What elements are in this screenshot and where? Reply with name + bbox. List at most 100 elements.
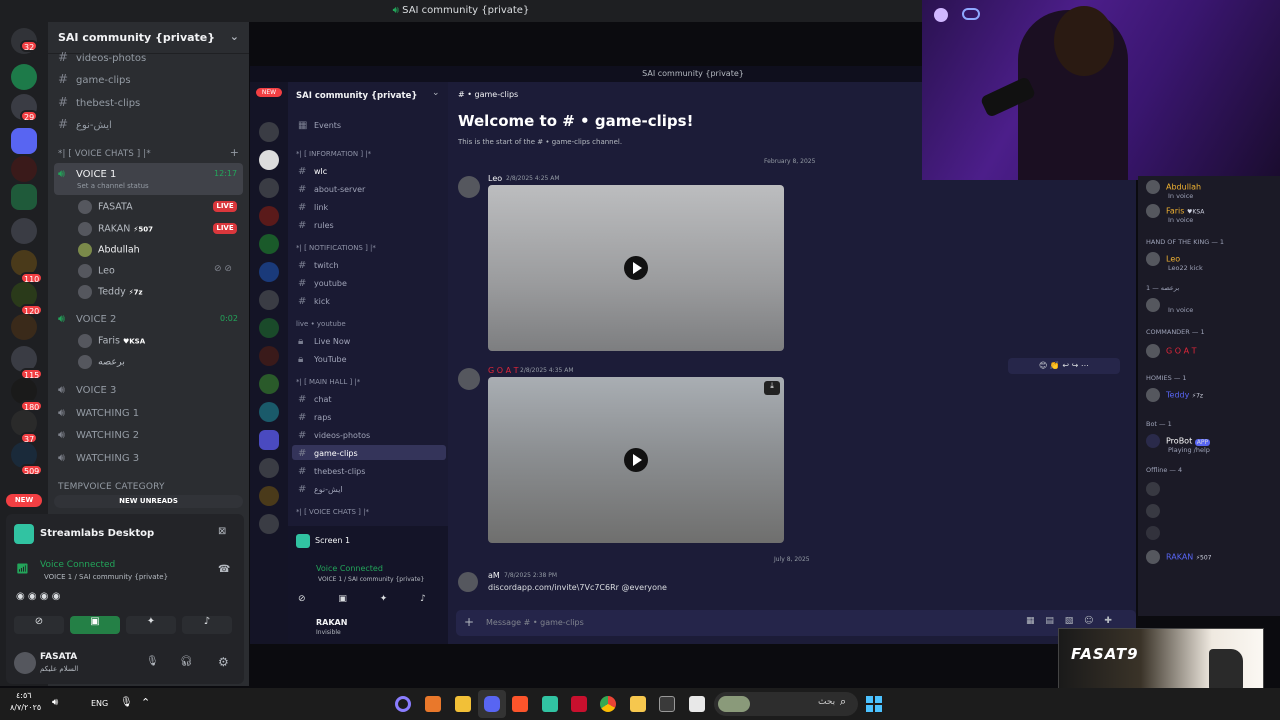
voice-user[interactable]: Leo [78,264,115,278]
chevron-up-icon[interactable]: ⌃ [141,696,150,709]
message-author[interactable]: aM [488,571,500,580]
server-icon[interactable] [259,458,279,478]
server-icon[interactable] [259,150,279,170]
channel[interactable]: # thebest-clips [298,466,365,477]
member-row[interactable]: G O A T [1146,344,1196,358]
message-author[interactable]: Leo [488,174,502,183]
voice-user[interactable]: برعصه [78,355,125,369]
channel-game-clips[interactable]: # game-clips [58,72,131,86]
member-row[interactable] [1146,482,1166,496]
channel-thebest-clips[interactable]: # thebest-clips [58,95,140,109]
server-icon[interactable] [11,314,37,340]
voice-user[interactable]: RAKAN ⚡507 [78,222,153,236]
gear-icon[interactable]: ⚙ [218,655,229,669]
channel-voice1[interactable]: 🔊︎ VOICE 1 [58,167,116,181]
server-icon[interactable] [259,290,279,310]
server-icon[interactable] [259,262,279,282]
folder-icon[interactable] [11,128,37,154]
message-input[interactable]: + Message # • game-clips ▦ ▤ ▧ ☺ ✚ [456,610,1136,636]
category[interactable]: *| [ MAIN HALL ] |* [296,378,360,386]
member-row[interactable]: Teddy ⚡7z [1146,388,1203,402]
server-icon[interactable] [259,318,279,338]
channel[interactable]: # ايش-نوع [298,484,343,495]
streamlabs-icon[interactable] [542,696,558,712]
channel-watching3[interactable]: 🔊︎ WATCHING 3 [58,451,139,465]
voice-user[interactable]: Abdullah [78,243,140,257]
brave-icon[interactable] [512,696,528,712]
new-unreads-button[interactable]: NEW UNREADS [54,495,243,508]
category[interactable]: *| [ VOICE CHATS ] |* [296,508,369,516]
channel[interactable]: # raps [298,412,331,423]
mic-icon[interactable]: 🎙︎ [120,697,133,708]
member-row[interactable]: RAKAN ⚡507 [1146,550,1212,564]
channel-status[interactable]: Set a channel status [77,182,149,190]
channel[interactable]: # chat [298,394,332,405]
member-row[interactable] [1146,526,1166,540]
folder-icon[interactable] [259,430,279,450]
voice-status[interactable]: Voice Connected [316,564,383,573]
video-attachment[interactable] [488,185,784,351]
camera-button[interactable]: ⊘ [14,616,64,634]
channel[interactable]: # wlc [298,166,327,177]
category[interactable]: live • youtube [296,320,346,328]
voice-user[interactable]: Teddy ⚡7z [78,285,143,299]
screen-share-button[interactable]: ▣ [70,616,120,634]
app-icon[interactable] [571,696,587,712]
channel-watching1[interactable]: 🔊︎ WATCHING 1 [58,406,139,420]
channel[interactable]: # videos-photos [298,430,370,441]
category[interactable]: *| [ NOTIFICATIONS ] |* [296,244,376,252]
server-icon[interactable] [11,64,37,90]
disconnect-icon[interactable]: ☎︎ [218,564,230,575]
tempvoice-category[interactable]: TEMPVOICE CATEGORY [58,482,165,492]
server-icon[interactable] [259,122,279,142]
channel[interactable]: # twitch [298,260,339,271]
channel[interactable]: 🔒︎ YouTube [298,354,347,365]
server-icon[interactable] [259,374,279,394]
events-item[interactable]: ▦ Events [298,120,341,131]
server-icon[interactable] [259,178,279,198]
voice-user[interactable]: FASATA [78,200,133,214]
activities-button[interactable]: ✦ [126,616,176,634]
channel[interactable]: 🔒︎ Live Now [298,336,350,347]
windows-start-icon[interactable] [866,696,882,712]
store-icon[interactable] [659,696,675,712]
channel-voice2[interactable]: 🔊︎ VOICE 2 [58,312,116,326]
channel[interactable]: # rules [298,220,334,231]
mic-icon[interactable]: 🎙︎ [146,656,159,667]
app-icon[interactable] [425,696,441,712]
server-icon[interactable] [259,206,279,226]
channel-watching2[interactable]: 🔊︎ WATCHING 2 [58,428,139,442]
window-icon[interactable] [689,696,705,712]
language-indicator[interactable]: ENG [91,699,108,708]
server-icon[interactable] [259,234,279,254]
chrome-icon[interactable] [600,696,616,712]
close-icon[interactable]: ⊠ [218,526,226,537]
cortana-icon[interactable] [395,696,411,712]
voice-category[interactable]: *| [ VOICE CHATS ] |* [58,149,151,159]
soundboard-button[interactable]: ♪ [182,616,232,634]
plus-icon[interactable]: + [230,146,239,159]
voice-user[interactable]: Faris ♥KSA [78,334,145,348]
channel-arabic[interactable]: # ايش-نوع [58,117,112,131]
category[interactable]: *| [ INFORMATION ] |* [296,150,371,158]
server-icon[interactable] [259,486,279,506]
discord-icon[interactable] [484,696,500,712]
server-icon[interactable] [11,184,37,210]
channel[interactable]: # about-server [298,184,365,195]
download-icon[interactable]: ⤓ [764,381,780,395]
user-avatar[interactable] [14,652,36,674]
folder-icon[interactable] [630,696,646,712]
speaker-icon[interactable]: 🔊︎ [52,697,58,708]
member-row[interactable] [1146,298,1166,312]
server-icon[interactable] [259,346,279,366]
channel[interactable]: # youtube [298,278,347,289]
new-badge[interactable]: NEW [6,494,42,507]
app-icon[interactable] [455,696,471,712]
member-row[interactable] [1146,504,1166,518]
plus-icon[interactable]: + [464,615,474,629]
search-box[interactable]: بحث ⌕ [714,692,858,716]
video-attachment[interactable]: ⤓ [488,377,784,543]
play-icon[interactable] [624,256,648,280]
server-icon[interactable] [259,402,279,422]
channel-videos-photos[interactable]: # videos-photos [58,50,146,64]
